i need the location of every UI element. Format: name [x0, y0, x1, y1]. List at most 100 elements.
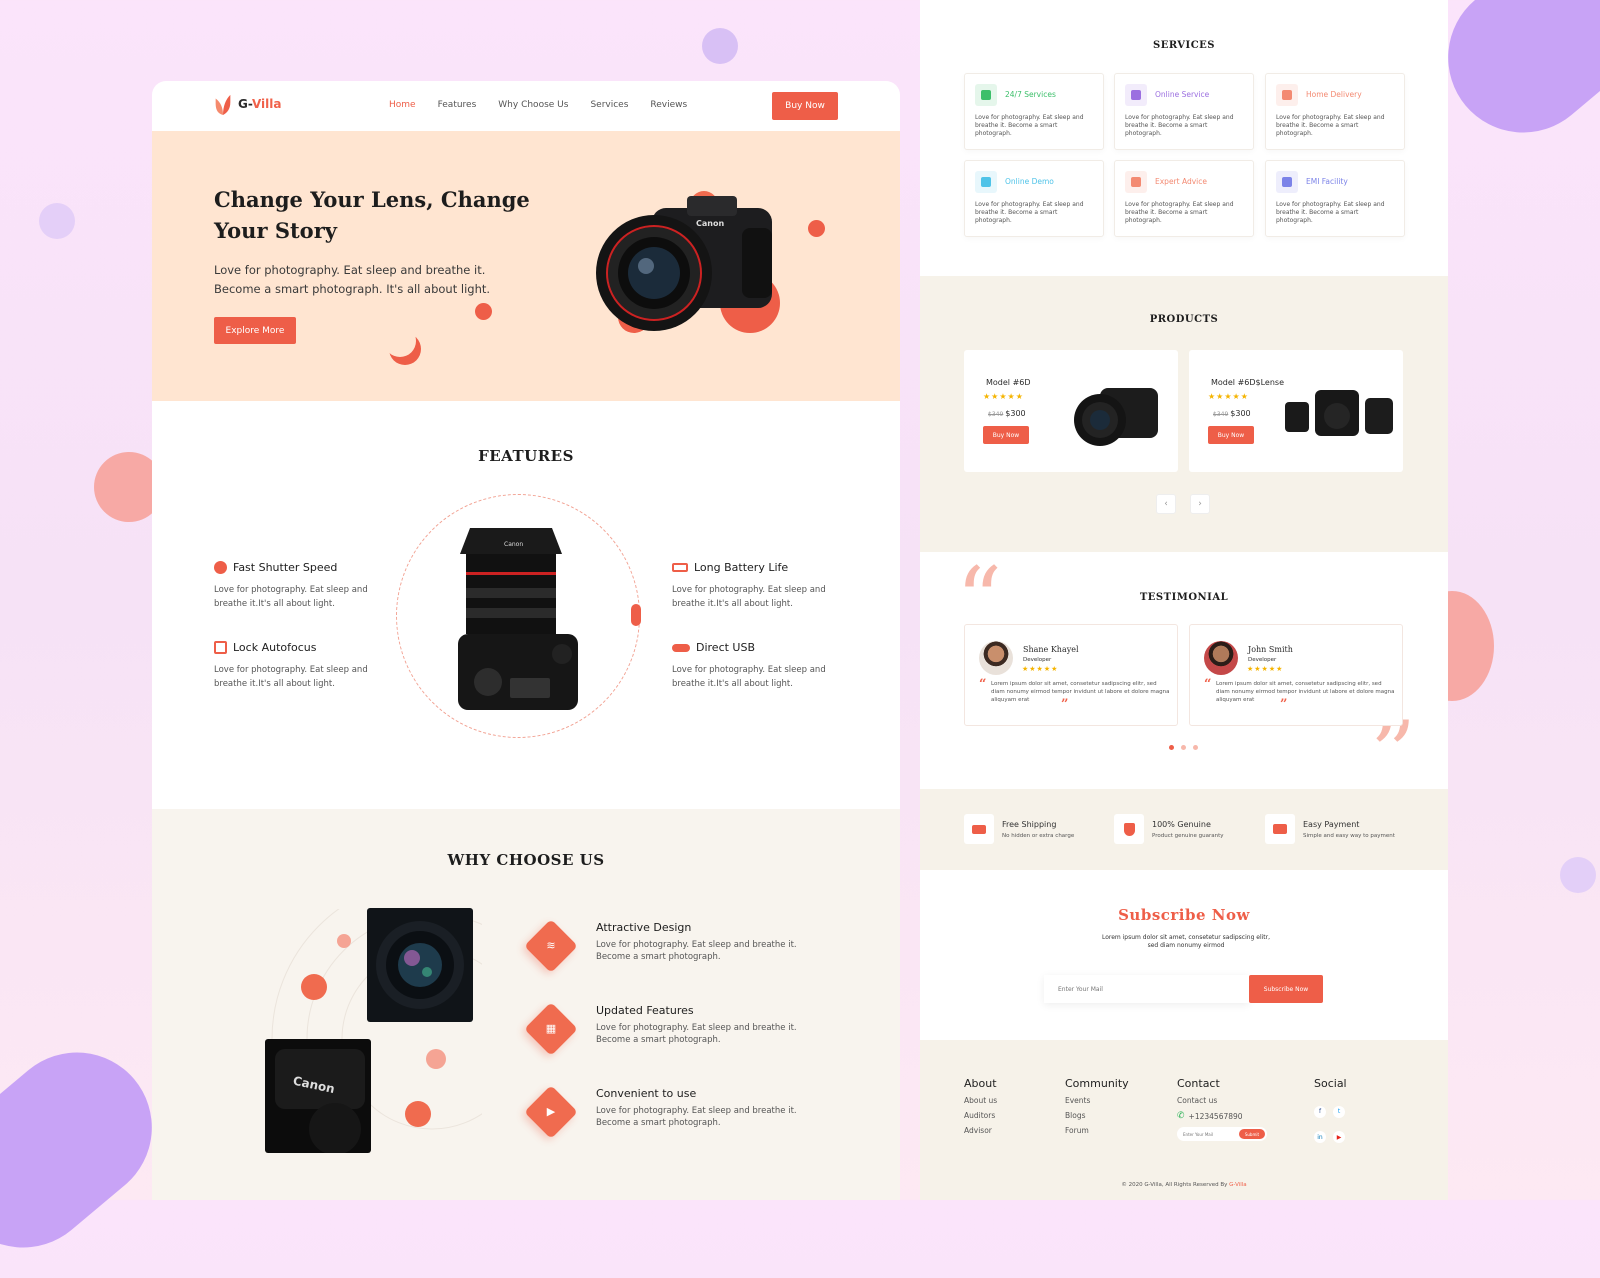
why-item-text: Love for photography. Eat sleep and brea…	[596, 1023, 797, 1045]
service-text: Love for photography. Eat sleep and brea…	[975, 201, 1084, 224]
linkedin-icon[interactable]: in	[1314, 1131, 1326, 1143]
service-name: Online Service	[1155, 90, 1210, 99]
avatar	[979, 641, 1013, 675]
products-section: PRODUCTS Model #6D ★★★★★ $349 $300 Buy No…	[920, 276, 1448, 552]
service-name: EMI Facility	[1306, 177, 1348, 186]
product-card[interactable]: Model #6D ★★★★★ $349 $300 Buy Now	[964, 350, 1178, 472]
footer-link[interactable]: Auditors	[964, 1111, 997, 1120]
footer-link[interactable]: Advisor	[964, 1126, 997, 1135]
service-card[interactable]: EMI Facility Love for photography. Eat sl…	[1265, 160, 1405, 237]
footer-link[interactable]: Blogs	[1065, 1111, 1129, 1120]
feature-direct-usb: Direct USB Love for photography. Eat sle…	[672, 641, 842, 691]
hero-section: Change Your Lens, Change Your Story Love…	[152, 131, 900, 401]
testimonial-card: John Smith Developer ★★★★★ “ Lorem ipsum…	[1189, 624, 1403, 726]
carousel-dot[interactable]	[1193, 745, 1198, 750]
perk-sub: No hidden or extra charge	[1002, 832, 1075, 839]
subscribe-email-input[interactable]	[1044, 975, 1249, 1003]
decor-moon	[384, 325, 416, 357]
decor-dot	[39, 203, 75, 239]
product-buy-button[interactable]: Buy Now	[1208, 426, 1254, 444]
service-card[interactable]: Online Demo Love for photography. Eat sle…	[964, 160, 1104, 237]
service-card[interactable]: Expert Advice Love for photography. Eat s…	[1114, 160, 1254, 237]
price: $300	[1005, 409, 1026, 418]
nav-why-choose-us[interactable]: Why Choose Us	[498, 100, 568, 110]
perk-title: Easy Payment	[1303, 819, 1360, 829]
footer-submit-button[interactable]: Submit	[1238, 1129, 1265, 1139]
service-card[interactable]: Home Delivery Love for photography. Eat s…	[1265, 73, 1405, 150]
perk-sub: Product genuine guaranty	[1152, 832, 1224, 839]
why-item-text: Love for photography. Eat sleep and brea…	[596, 1106, 797, 1128]
subscribe-text: Lorem ipsum dolor sit amet, consetetur s…	[1101, 934, 1271, 949]
layers-icon: ≋	[546, 939, 556, 952]
twitter-icon[interactable]: t	[1333, 1105, 1345, 1118]
battery-icon	[672, 563, 688, 572]
hero-title: Change Your Lens, Change Your Story	[214, 187, 530, 243]
feature-title: Direct USB	[696, 641, 756, 654]
feature-text: Love for photography. Eat sleep and brea…	[214, 665, 368, 689]
feature-long-battery-life: Long Battery Life Love for photography. …	[672, 561, 842, 611]
footer-heading: Social	[1314, 1077, 1347, 1090]
carousel-dot-active[interactable]	[1169, 745, 1174, 750]
service-icon	[1276, 171, 1298, 193]
brand-accent: Villa	[251, 97, 282, 111]
feature-title: Long Battery Life	[694, 561, 789, 574]
feature-fast-shutter-speed: Fast Shutter Speed Love for photography.…	[214, 561, 384, 611]
old-price: $349	[988, 411, 1004, 418]
nav-reviews[interactable]: Reviews	[650, 100, 687, 110]
service-card[interactable]: Online Service Love for photography. Eat …	[1114, 73, 1254, 150]
copyright-text: © 2020 G-Villa, All Rights Reserved By	[1121, 1182, 1228, 1188]
service-text: Love for photography. Eat sleep and brea…	[1276, 114, 1385, 137]
nav-features[interactable]: Features	[438, 100, 477, 110]
service-icon	[975, 171, 997, 193]
navbar: G-Villa Home Features Why Choose Us Serv…	[152, 81, 900, 131]
footer-link[interactable]: Contact us	[1177, 1096, 1267, 1105]
products-next-button[interactable]: ›	[1190, 494, 1210, 514]
why-item-title: Attractive Design	[596, 921, 692, 934]
footer-social: Social ft in ▶	[1314, 1077, 1352, 1143]
subscribe-title: Subscribe Now	[1118, 906, 1250, 924]
products-prev-button[interactable]: ‹	[1156, 494, 1176, 514]
facebook-icon[interactable]: f	[1314, 1105, 1326, 1118]
phone-number: +1234567890	[1188, 1111, 1243, 1121]
service-card[interactable]: 24/7 Services Love for photography. Eat s…	[964, 73, 1104, 150]
footer-email-input[interactable]	[1183, 1131, 1239, 1137]
footer-link[interactable]: Forum	[1065, 1126, 1129, 1135]
hero-text: Love for photography. Eat sleep and brea…	[214, 263, 491, 296]
youtube-icon[interactable]: ▶	[1333, 1131, 1345, 1143]
carousel-dots	[1169, 745, 1198, 750]
logo[interactable]: G-Villa	[214, 93, 281, 115]
service-icon	[1276, 84, 1298, 106]
quote-mark-icon: “	[1204, 677, 1212, 692]
grid-icon: ▦	[545, 1022, 557, 1035]
product-price: $349 $300	[1213, 409, 1251, 418]
product-buy-button[interactable]: Buy Now	[983, 426, 1029, 444]
carousel-dot[interactable]	[1181, 745, 1186, 750]
quote-mark-icon: ”	[1280, 697, 1288, 712]
decor-dot	[808, 220, 825, 237]
footer-link[interactable]: Events	[1065, 1096, 1129, 1105]
product-kit-image	[1285, 390, 1393, 436]
feature-title: Lock Autofocus	[233, 641, 317, 654]
logo-icon	[215, 94, 231, 115]
footer-heading: Contact	[1177, 1077, 1220, 1090]
review-text: Lorem ipsum dolor sit amet, consetetur s…	[1216, 681, 1395, 703]
explore-more-button[interactable]: Explore More	[214, 317, 296, 344]
nav-services[interactable]: Services	[590, 100, 628, 110]
camera-brand-label: Canon	[696, 219, 724, 228]
landing-page-left: G-Villa Home Features Why Choose Us Serv…	[152, 81, 900, 1200]
product-card[interactable]: Model #6D$Lense ★★★★★ $349 $300 Buy Now	[1189, 350, 1403, 472]
footer-about: About About us Auditors Advisor	[964, 1077, 997, 1135]
feature-text: Love for photography. Eat sleep and brea…	[672, 585, 826, 609]
shield-icon	[1114, 814, 1144, 844]
subscribe-button[interactable]: Subscribe Now	[1249, 975, 1323, 1003]
footer-heading: About	[964, 1077, 997, 1090]
footer-link[interactable]: About us	[964, 1096, 997, 1105]
service-icon	[1125, 171, 1147, 193]
footer-subscribe: Submit	[1177, 1127, 1267, 1141]
footer-heading: Community	[1065, 1077, 1129, 1090]
canon-photo: Canon	[265, 1039, 371, 1153]
nav-home[interactable]: Home	[389, 100, 416, 110]
service-icon	[975, 84, 997, 106]
buy-now-button[interactable]: Buy Now	[772, 92, 838, 120]
focus-icon	[214, 641, 227, 654]
